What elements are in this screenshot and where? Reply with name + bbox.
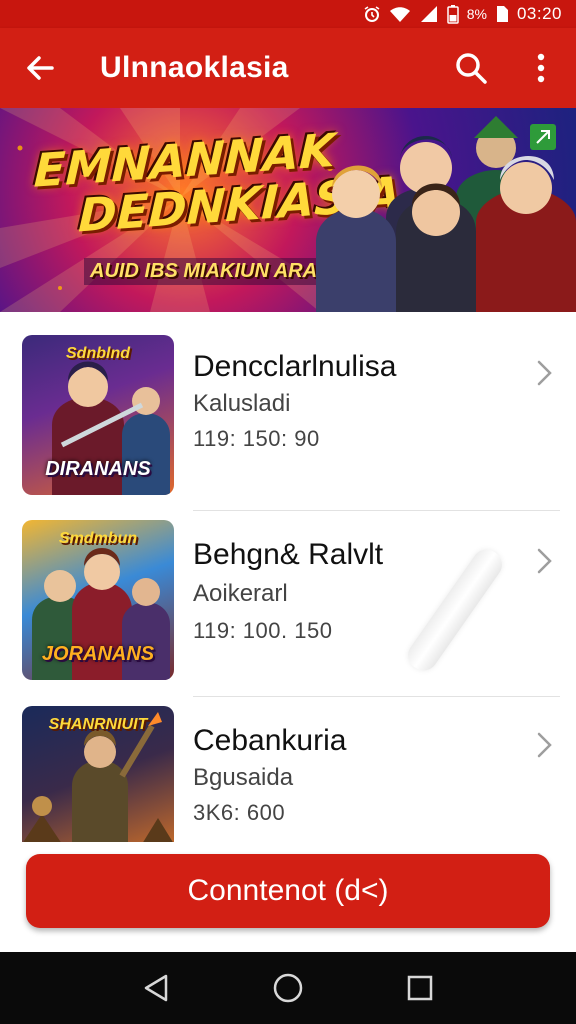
system-nav-bar — [0, 952, 576, 1024]
game-subtitle: Bgusaida — [193, 764, 294, 791]
status-time: 03:20 — [516, 4, 562, 23]
list-divider — [193, 696, 560, 697]
arrow-left-icon — [27, 56, 54, 80]
game-subtitle: Kalusladi — [193, 390, 291, 417]
chevron-right-icon — [537, 732, 552, 758]
search-icon — [456, 53, 487, 84]
back-button[interactable] — [0, 28, 80, 108]
list-item[interactable]: Smdmbun JORANANS Behgn& Ralvlt Aoikerarl… — [0, 512, 576, 698]
game-thumbnail: Smdmbun JORANANS — [22, 520, 174, 680]
game-meta: 119: 150: 90 — [193, 426, 320, 451]
nav-recents-button[interactable] — [395, 963, 445, 1013]
sd-icon — [495, 5, 509, 23]
list-divider — [193, 510, 560, 511]
game-title: Dencclarlnulisa — [193, 350, 397, 383]
thumbnail-top-text: SHANRNIUIT — [48, 716, 148, 733]
chevron-right-icon — [537, 360, 552, 386]
nav-back-icon — [144, 974, 168, 1002]
game-thumbnail: SHANRNIUIT — [22, 706, 174, 844]
more-vert-icon — [537, 53, 545, 83]
battery-percent: 8% — [466, 6, 487, 22]
game-title: Behgn& Ralvlt — [193, 538, 384, 571]
thumbnail-top-text: Smdmbun — [58, 530, 138, 547]
game-meta: 119: 100. 150 — [193, 618, 333, 643]
status-bar: 8% 03:20 — [0, 0, 576, 28]
continue-button[interactable]: Conntenot (d<) — [26, 854, 550, 928]
battery-icon — [446, 4, 459, 24]
game-thumbnail: Sdnblnd DIRANANS — [22, 335, 174, 495]
signal-icon — [419, 5, 439, 23]
nav-back-button[interactable] — [131, 963, 181, 1013]
search-button[interactable] — [436, 28, 506, 108]
nav-recents-icon — [407, 975, 433, 1001]
game-meta: 3K6: 600 — [193, 800, 286, 825]
app-bar: Ulnnaoklasia — [0, 28, 576, 108]
page-title: Ulnnaoklasia — [100, 51, 289, 84]
game-title: Cebankuria — [193, 724, 347, 757]
promo-banner[interactable]: EMNANNAK DEDNKIASIA AUID IBS MIAKIUN ARA… — [0, 108, 576, 312]
thumbnail-logo-text: JORANANS — [41, 643, 155, 665]
nav-home-button[interactable] — [263, 963, 313, 1013]
more-options-button[interactable] — [506, 28, 576, 108]
thumbnail-logo-text: DIRANANS — [45, 458, 151, 480]
nav-home-icon — [273, 973, 303, 1003]
alarm-icon — [363, 5, 381, 23]
sponsor-badge-icon — [530, 124, 556, 150]
game-subtitle: Aoikerarl — [193, 580, 288, 607]
list-item[interactable]: Sdnblnd DIRANANS Dencclarlnulisa Kalusla… — [0, 312, 576, 511]
wifi-icon — [389, 5, 411, 23]
chevron-right-icon — [537, 548, 552, 574]
thumbnail-top-text: Sdnblnd — [66, 345, 130, 362]
